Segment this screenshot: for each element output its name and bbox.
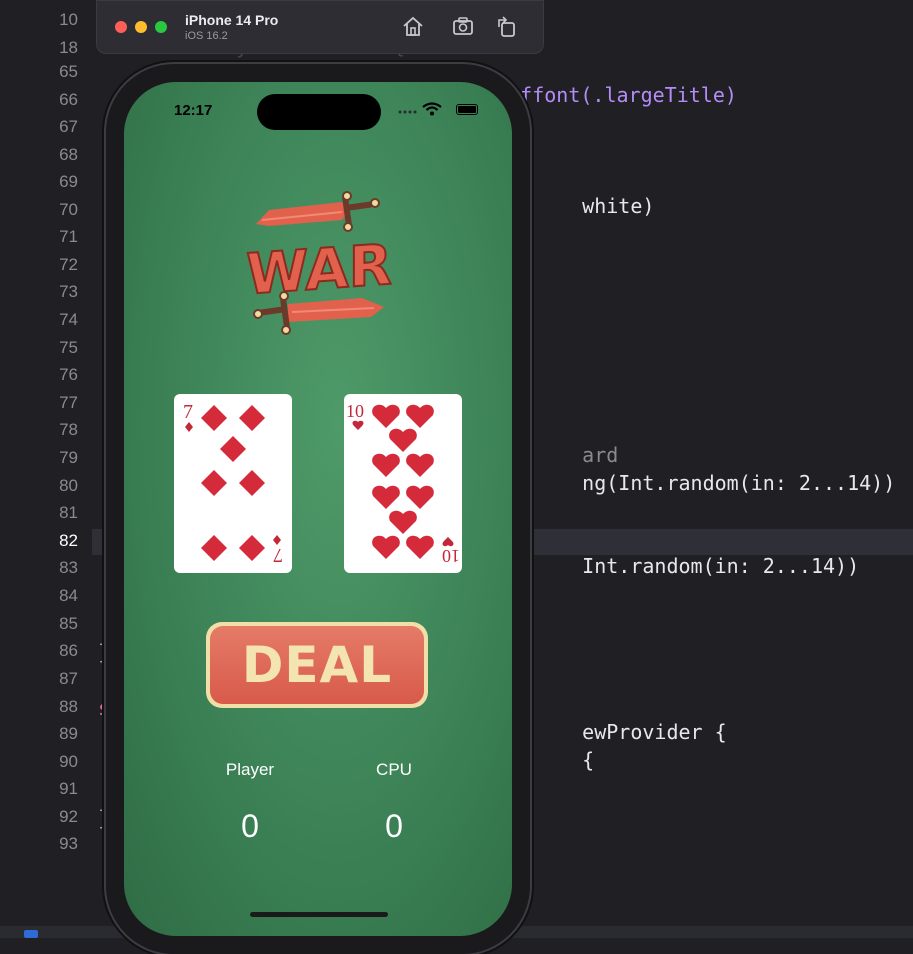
line-number: 91 [59, 779, 78, 798]
code-line-active[interactable]: Int.random(in: 2...14)) [534, 530, 859, 602]
line-number: 87 [59, 669, 78, 688]
deal-button[interactable]: DEAL [206, 622, 428, 708]
line-number: 75 [59, 338, 78, 357]
zoom-window-button[interactable] [155, 21, 167, 33]
close-window-button[interactable] [115, 21, 127, 33]
player-card-rank: 7 [183, 401, 193, 423]
line-number: 73 [59, 282, 78, 301]
screenshot-icon[interactable] [451, 15, 475, 39]
wifi-icon [422, 102, 442, 116]
line-number: 70 [59, 200, 78, 219]
app-screen: 12:17 WAR 7 7 10 10 DEAL Player CPU 0 0 [124, 82, 512, 936]
line-number: 88 [59, 697, 78, 716]
diamond-pips-icon [201, 405, 265, 561]
line-number: 90 [59, 752, 78, 771]
battery-icon [456, 104, 478, 115]
player-card: 7 7 [174, 394, 292, 573]
home-indicator[interactable] [250, 912, 388, 917]
line-number: 79 [59, 448, 78, 467]
code-line[interactable]: { [534, 724, 594, 796]
line-number: 74 [59, 310, 78, 329]
line-number: 69 [59, 172, 78, 191]
line-number: 18 [59, 38, 78, 57]
line-number: 66 [59, 90, 78, 109]
status-indicator-icon [24, 930, 38, 938]
dynamic-island [257, 94, 381, 130]
line-number: 84 [59, 586, 78, 605]
heart-pips-icon [372, 404, 434, 559]
line-number: 67 [59, 117, 78, 136]
line-number-gutter: 10 18 65 66 67 68 69 70 71 72 73 74 75 7… [0, 0, 92, 938]
line-number: 78 [59, 420, 78, 439]
line-number: 68 [59, 145, 78, 164]
line-number: 65 [59, 62, 78, 81]
line-number: 89 [59, 724, 78, 743]
war-logo-text: WAR [246, 233, 392, 308]
line-number: 81 [59, 503, 78, 522]
rotate-icon[interactable] [495, 15, 519, 39]
player-score: 0 [241, 808, 259, 844]
simulator-device-name: iPhone 14 Pro [185, 12, 279, 28]
line-number: 76 [59, 365, 78, 384]
cpu-score: 0 [385, 808, 403, 844]
deal-button-label: DEAL [241, 636, 393, 694]
cpu-card-rank-mirror: 10 [442, 546, 460, 566]
sword-top-icon [256, 191, 380, 232]
line-number: 85 [59, 614, 78, 633]
line-number: 92 [59, 807, 78, 826]
line-number-active: 82 [59, 531, 78, 550]
line-number: 93 [59, 834, 78, 853]
line-number: 83 [59, 558, 78, 577]
cpu-card: 10 10 [344, 394, 462, 573]
code-line[interactable]: ng(Int.random(in: 2...14)) [534, 447, 895, 519]
player-card-rank-mirror: 7 [273, 544, 283, 566]
player-score-label: Player [225, 760, 275, 779]
cellular-icon [398, 110, 417, 114]
iphone-frame: 12:17 WAR 7 7 10 10 DEAL Player CPU 0 0 [106, 64, 530, 954]
line-number: 10 [59, 10, 78, 29]
line-number: 71 [59, 227, 78, 246]
line-number: 86 [59, 641, 78, 660]
cpu-score-label: CPU [376, 760, 412, 779]
line-number: 77 [59, 393, 78, 412]
home-icon[interactable] [401, 15, 425, 39]
simulator-toolbar: iPhone 14 Pro iOS 16.2 [96, 0, 544, 54]
deal-button-face[interactable]: DEAL [210, 626, 424, 704]
war-logo: WAR [245, 191, 393, 335]
simulator-os-version: iOS 16.2 [185, 30, 228, 42]
cpu-card-rank: 10 [346, 401, 364, 421]
minimize-window-button[interactable] [135, 21, 147, 33]
line-number: 80 [59, 476, 78, 495]
line-number: 72 [59, 255, 78, 274]
code-line[interactable]: white) [534, 170, 654, 242]
status-bar-time: 12:17 [174, 102, 213, 119]
